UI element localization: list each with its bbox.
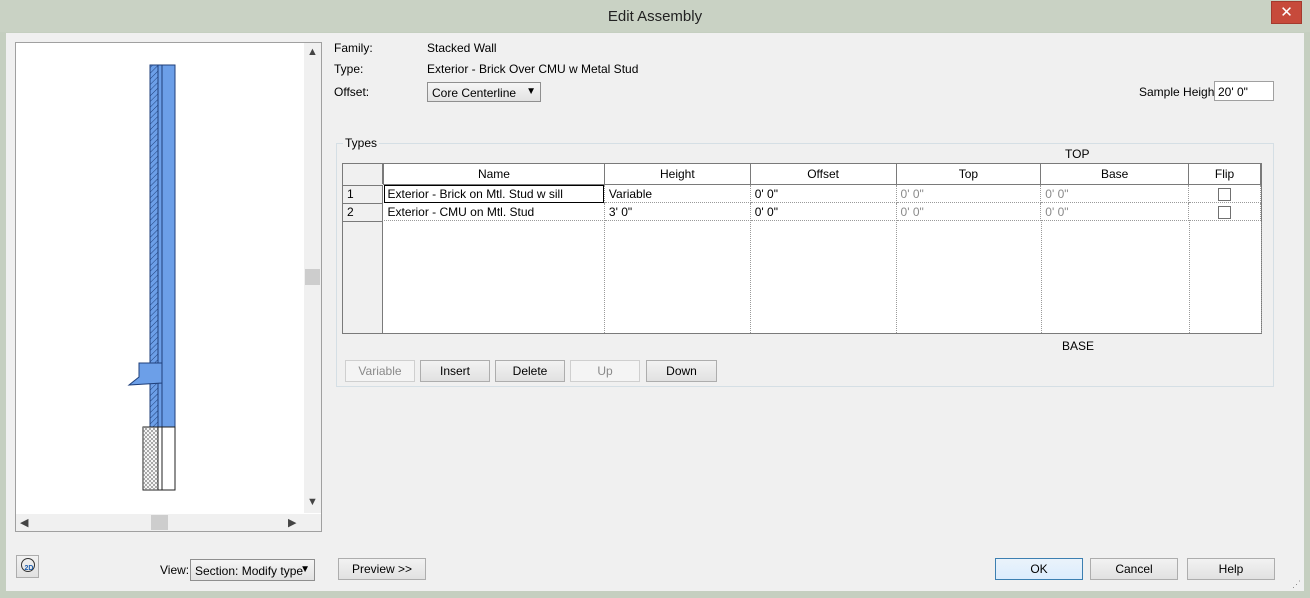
help-button[interactable]: Help (1187, 558, 1275, 580)
resize-grip[interactable]: ⋰ (1292, 579, 1304, 591)
variable-button[interactable]: Variable (345, 360, 415, 382)
stud-layer (161, 64, 176, 428)
column-header-base[interactable]: Base (1040, 164, 1190, 185)
cell-flip (1188, 184, 1261, 203)
down-button[interactable]: Down (646, 360, 717, 382)
scroll-right-icon[interactable]: ▶ (288, 516, 296, 529)
row-header-1[interactable]: 1 (343, 185, 383, 203)
scroll-up-icon[interactable]: ▲ (307, 46, 318, 58)
cell-offset[interactable]: 0' 0" (750, 202, 897, 221)
sample-height-input[interactable]: 20' 0" (1214, 81, 1274, 101)
column-divider (750, 222, 751, 333)
column-header-offset[interactable]: Offset (749, 164, 897, 185)
preview-panel[interactable]: ▲ ▼ ◀ ▶ (15, 42, 322, 532)
cell-height[interactable]: Variable (604, 184, 751, 203)
column-divider (896, 222, 897, 333)
cell-top: 0' 0" (896, 202, 1042, 221)
vertical-scroll-thumb[interactable] (305, 269, 320, 285)
2d-badge: 2D (24, 565, 34, 572)
chevron-down-icon: ▼ (300, 564, 310, 575)
delete-button[interactable]: Delete (495, 360, 565, 382)
view-dropdown[interactable]: Section: Modify type ▼ (190, 559, 315, 581)
table-row[interactable]: Exterior - CMU on Mtl. Stud 3' 0" 0' 0" … (383, 202, 1261, 221)
chevron-down-icon: ▼ (526, 86, 536, 97)
column-divider (1041, 222, 1042, 333)
offset-dropdown[interactable]: Core Centerline ▼ (427, 82, 541, 102)
family-label: Family: (334, 41, 373, 55)
table-header-row: Name Height Offset Top Base Flip (383, 164, 1261, 185)
offset-label: Offset: (334, 85, 370, 99)
base-label: BASE (1062, 339, 1095, 353)
column-header-top[interactable]: Top (895, 164, 1042, 185)
scroll-left-icon[interactable]: ◀ (20, 516, 28, 529)
cmu-hatch (143, 427, 158, 490)
column-divider (1261, 222, 1262, 333)
sill-shape (127, 362, 163, 386)
cell-offset[interactable]: 0' 0" (750, 184, 897, 203)
cancel-button[interactable]: Cancel (1090, 558, 1178, 580)
types-grid[interactable]: 1 2 Name Height Offset Top Base Flip Ext… (342, 163, 1262, 334)
type-value: Exterior - Brick Over CMU w Metal Stud (427, 62, 639, 76)
window-title: Edit Assembly (607, 8, 703, 25)
ok-button[interactable]: OK (995, 558, 1083, 580)
row-header-2[interactable]: 2 (343, 203, 383, 221)
cell-name[interactable]: Exterior - CMU on Mtl. Stud (383, 202, 605, 221)
preview-button[interactable]: Preview >> (338, 558, 426, 580)
row-header-empty (343, 221, 383, 333)
column-header-flip[interactable]: Flip (1188, 164, 1261, 185)
scroll-down-icon[interactable]: ▼ (307, 496, 318, 508)
cell-base: 0' 0" (1040, 202, 1190, 221)
view-label: View: (160, 563, 190, 577)
lower-stud-layer (161, 426, 176, 491)
title-bar: Edit Assembly ✕ (0, 0, 1310, 32)
close-button[interactable]: ✕ (1271, 1, 1302, 24)
top-label: TOP (1065, 147, 1090, 161)
table-row[interactable]: Exterior - Brick on Mtl. Stud w sill Var… (383, 184, 1261, 203)
cell-base: 0' 0" (1040, 184, 1190, 203)
up-button[interactable]: Up (570, 360, 640, 382)
column-header-name[interactable]: Name (383, 164, 605, 185)
toggle-2d-button[interactable]: 2D (16, 555, 39, 578)
column-divider (604, 222, 605, 333)
type-label: Type: (334, 62, 364, 76)
family-value: Stacked Wall (427, 41, 497, 55)
column-divider (1189, 222, 1190, 333)
wall-section-preview (127, 64, 176, 491)
cell-name[interactable]: Exterior - Brick on Mtl. Stud w sill (383, 184, 605, 203)
column-header-height[interactable]: Height (603, 164, 751, 185)
sample-height-label: Sample Height: (1139, 85, 1222, 99)
grid-corner-header (343, 164, 383, 184)
offset-dropdown-value: Core Centerline (432, 86, 517, 100)
types-table: Name Height Offset Top Base Flip Exterio… (383, 164, 1261, 221)
preview-vertical-scrollbar[interactable]: ▲ ▼ (304, 43, 321, 513)
cell-height[interactable]: 3' 0" (604, 202, 751, 221)
preview-horizontal-scrollbar[interactable]: ◀ ▶ (16, 514, 321, 531)
dialog-body: ▲ ▼ ◀ ▶ Family: Stacked Wall Type: Exter… (6, 33, 1304, 591)
flip-checkbox[interactable] (1218, 205, 1232, 219)
flip-checkbox[interactable] (1218, 187, 1232, 201)
section-view-icon: 2D (20, 558, 35, 572)
cell-top: 0' 0" (896, 184, 1042, 203)
lower-gap-layer (157, 426, 163, 491)
view-dropdown-value: Section: Modify type (195, 564, 304, 578)
horizontal-scroll-thumb[interactable] (151, 515, 168, 530)
cell-flip (1188, 202, 1261, 221)
types-group-label: Types (343, 136, 380, 150)
insert-button[interactable]: Insert (420, 360, 490, 382)
